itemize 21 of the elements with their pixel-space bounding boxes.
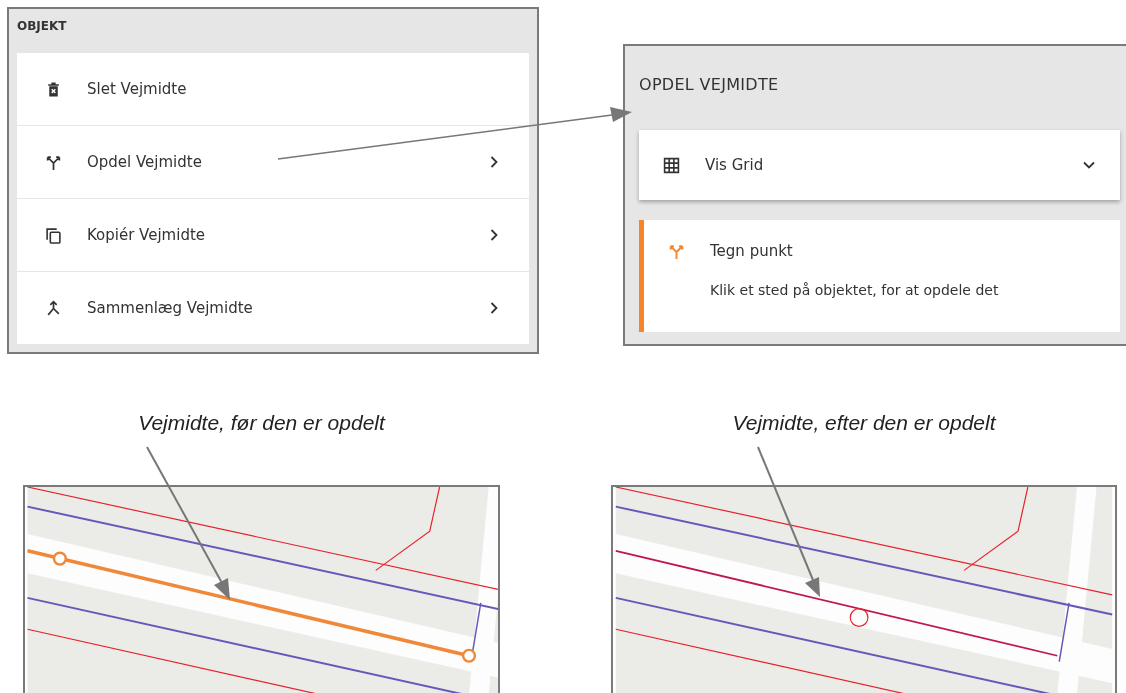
split-icon: [668, 242, 685, 260]
chevron-right-icon: [489, 155, 499, 169]
menu-item[interactable]: Sammenlæg Vejmidte: [17, 272, 529, 344]
merge-icon: [45, 299, 62, 317]
split-icon: [45, 153, 62, 171]
caption: Vejmidte, efter den er opdelt: [732, 411, 996, 436]
menu-item[interactable]: Kopiér Vejmidte: [17, 199, 529, 272]
grid-dropdown[interactable]: Vis Grid: [639, 130, 1120, 200]
copy-icon: [45, 226, 62, 244]
panel-title: OPDEL VEJMIDTE: [639, 74, 780, 96]
panel-title: OBJEKT: [17, 18, 68, 35]
menu-item[interactable]: Opdel Vejmidte: [17, 126, 529, 199]
tool-card[interactable]: Tegn punkt Klik et sted på objektet, for at opdele det: [639, 220, 1120, 332]
caption: Vejmidte, før den er opdelt: [138, 411, 385, 436]
grid-icon: [663, 156, 680, 174]
chevron-right-icon: [489, 301, 499, 315]
chevron-right-icon: [489, 228, 499, 242]
tool-hint: Klik et sted på objektet, for at opdele det: [710, 282, 1000, 298]
trash-icon: [45, 80, 62, 98]
tool-label: Tegn punkt: [710, 242, 793, 260]
menu-item[interactable]: Slet Vejmidte: [17, 53, 529, 126]
